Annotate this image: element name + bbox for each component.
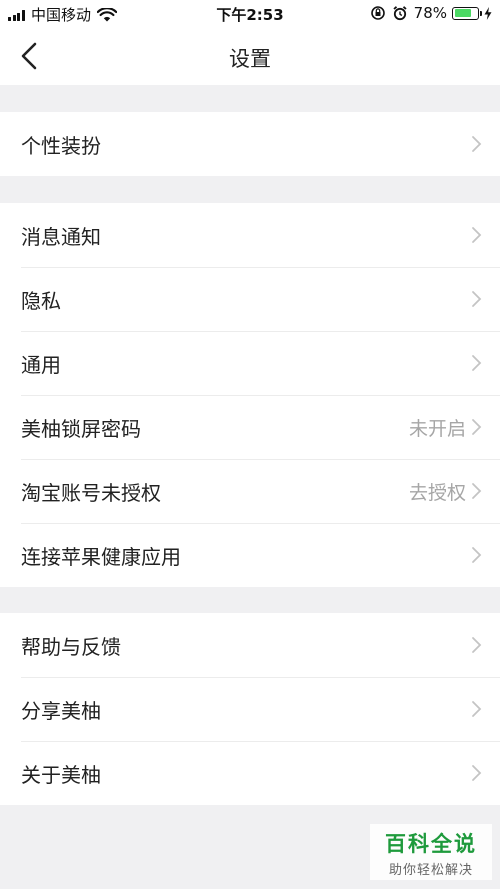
- settings-item-label: 淘宝账号未授权: [21, 480, 161, 505]
- settings-item-lock-password[interactable]: 美柚锁屏密码 未开启: [0, 395, 500, 459]
- alarm-icon: [393, 6, 407, 21]
- chevron-right-icon: [472, 483, 482, 499]
- chevron-right-icon: [472, 765, 482, 781]
- chevron-left-icon: [21, 42, 37, 70]
- chevron-right-icon: [472, 136, 482, 152]
- chevron-right-icon: [472, 419, 482, 435]
- status-bar: 中国移动 下午2:53 78%: [0, 0, 500, 28]
- settings-item-label: 个性装扮: [21, 133, 101, 158]
- chevron-right-icon: [472, 291, 482, 307]
- watermark: 百科全说 助你轻松解决: [370, 824, 492, 880]
- page-title: 设置: [229, 47, 271, 71]
- charging-bolt-icon: [484, 6, 492, 20]
- settings-item-label: 关于美柚: [21, 762, 101, 787]
- chevron-right-icon: [472, 701, 482, 717]
- chevron-right-icon: [472, 355, 482, 371]
- settings-group-personalize: 个性装扮: [0, 112, 500, 176]
- nav-bar: 设置: [0, 28, 500, 85]
- settings-group-about: 帮助与反馈 分享美柚 关于美柚: [0, 613, 500, 805]
- settings-item-privacy[interactable]: 隐私: [0, 267, 500, 331]
- battery-icon: [452, 6, 482, 20]
- settings-item-notifications[interactable]: 消息通知: [0, 203, 500, 267]
- back-button[interactable]: [18, 40, 42, 72]
- chevron-right-icon: [472, 637, 482, 653]
- orientation-lock-icon: [370, 6, 385, 20]
- settings-item-help-feedback[interactable]: 帮助与反馈: [0, 613, 500, 677]
- settings-item-label: 帮助与反馈: [21, 634, 121, 659]
- chevron-right-icon: [472, 227, 482, 243]
- settings-item-label: 消息通知: [21, 224, 101, 249]
- watermark-subtitle: 助你轻松解决: [388, 863, 473, 878]
- settings-group-main: 消息通知 隐私 通用 美柚锁屏密码 未开启 淘宝账号未授权 去授权 连接苹果健康…: [0, 203, 500, 587]
- settings-item-personalize[interactable]: 个性装扮: [0, 112, 500, 176]
- battery-percent: 78%: [413, 4, 447, 22]
- settings-item-general[interactable]: 通用: [0, 331, 500, 395]
- settings-item-label: 美柚锁屏密码: [21, 416, 141, 441]
- settings-item-value: 去授权: [408, 481, 466, 504]
- settings-item-share[interactable]: 分享美柚: [0, 677, 500, 741]
- settings-item-apple-health[interactable]: 连接苹果健康应用: [0, 523, 500, 587]
- settings-item-label: 分享美柚: [21, 698, 101, 723]
- status-right: 78%: [370, 4, 492, 22]
- settings-item-label: 连接苹果健康应用: [21, 544, 181, 569]
- settings-item-taobao-auth[interactable]: 淘宝账号未授权 去授权: [0, 459, 500, 523]
- battery-fill: [454, 9, 471, 17]
- settings-item-label: 隐私: [21, 288, 61, 313]
- watermark-title: 百科全说: [385, 832, 477, 856]
- settings-item-about[interactable]: 关于美柚: [0, 741, 500, 805]
- settings-item-label: 通用: [21, 352, 61, 377]
- settings-item-value: 未开启: [408, 417, 466, 440]
- chevron-right-icon: [472, 547, 482, 563]
